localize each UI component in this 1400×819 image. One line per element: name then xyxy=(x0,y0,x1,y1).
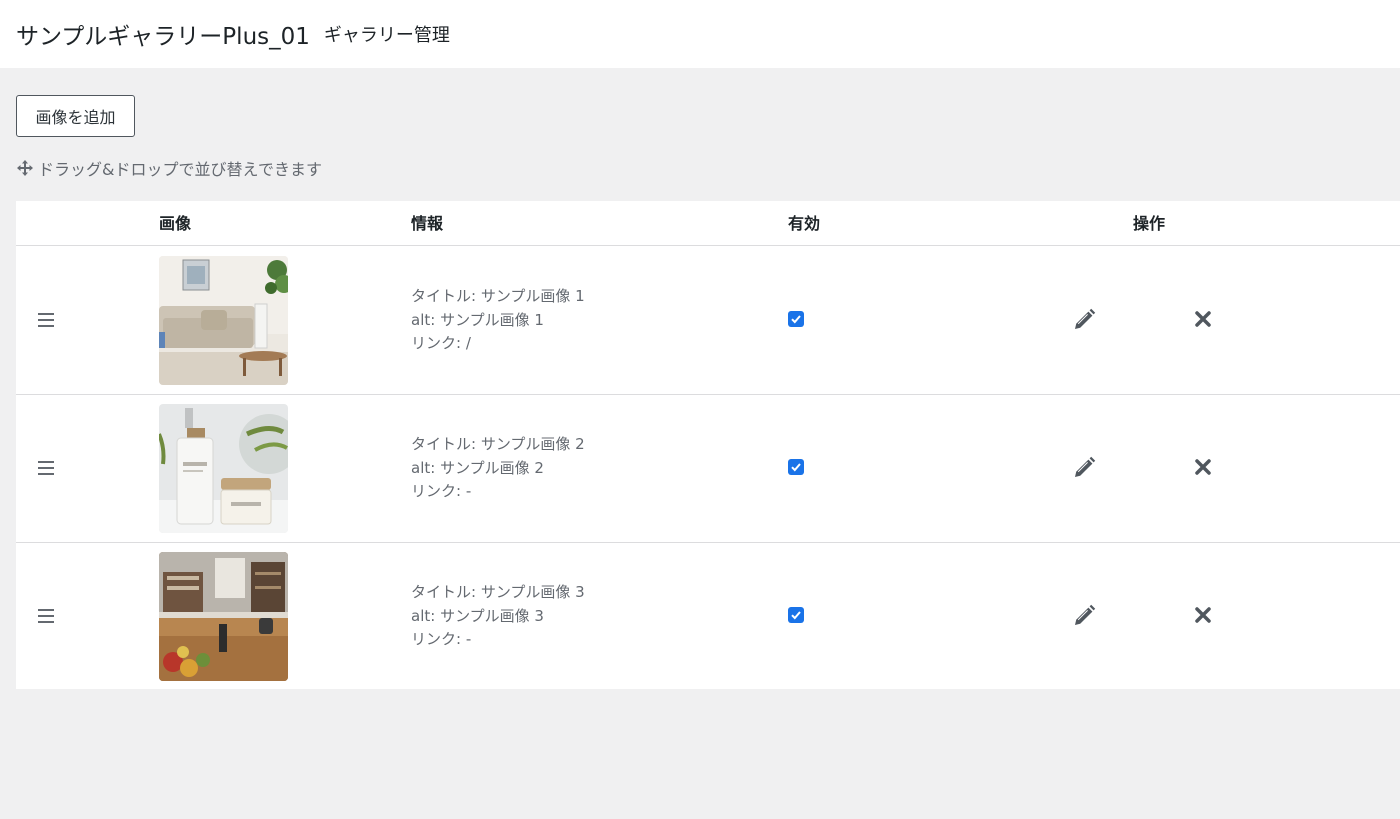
drag-hint: ドラッグ&ドロップで並び替えできます xyxy=(16,157,322,179)
thumbnail-living-room xyxy=(159,256,288,385)
enabled-checkbox[interactable] xyxy=(788,459,804,475)
move-arrows-icon xyxy=(17,160,33,176)
row-info: タイトル: サンプル画像 1 alt: サンプル画像 1 リンク: / xyxy=(411,285,585,356)
row-alt: alt: サンプル画像 3 xyxy=(411,606,544,625)
add-image-button[interactable]: 画像を追加 xyxy=(16,95,135,137)
thumbnail-cosmetics xyxy=(159,404,288,533)
table-row: タイトル: サンプル画像 1 alt: サンプル画像 1 リンク: / xyxy=(16,247,1400,395)
close-icon xyxy=(1195,459,1211,475)
pencil-icon xyxy=(1075,456,1096,477)
table-row: タイトル: サンプル画像 2 alt: サンプル画像 2 リンク: - xyxy=(16,395,1400,543)
edit-button[interactable] xyxy=(1071,603,1097,629)
table-header: 画像 情報 有効 操作 xyxy=(16,201,1400,246)
gallery-table: 画像 情報 有効 操作 タイトル: サンプル画像 1 alt: サンプル画像 1… xyxy=(16,201,1400,689)
enabled-checkbox[interactable] xyxy=(788,311,804,327)
row-alt: alt: サンプル画像 1 xyxy=(411,310,544,329)
pencil-icon xyxy=(1075,604,1096,625)
drag-handle-icon[interactable] xyxy=(38,461,54,475)
delete-button[interactable] xyxy=(1192,308,1214,330)
drag-handle-icon[interactable] xyxy=(38,609,54,623)
check-icon xyxy=(791,463,801,472)
thumbnail-kitchen xyxy=(159,552,288,681)
header-actions: 操作 xyxy=(1133,214,1166,233)
header-enabled: 有効 xyxy=(788,214,821,233)
row-link: リンク: / xyxy=(411,334,471,352)
row-info: タイトル: サンプル画像 3 alt: サンプル画像 3 リンク: - xyxy=(411,581,585,652)
header-image: 画像 xyxy=(159,214,192,233)
header-info: 情報 xyxy=(411,214,444,233)
row-info: タイトル: サンプル画像 2 alt: サンプル画像 2 リンク: - xyxy=(411,433,585,504)
delete-button[interactable] xyxy=(1192,604,1214,626)
drag-handle-icon[interactable] xyxy=(38,313,54,327)
plugin-title: サンプルギャラリーPlus_01 xyxy=(16,24,310,50)
row-title: タイトル: サンプル画像 2 xyxy=(411,435,585,453)
delete-button[interactable] xyxy=(1192,456,1214,478)
drag-hint-text: ドラッグ&ドロップで並び替えできます xyxy=(38,160,322,179)
row-title: タイトル: サンプル画像 1 xyxy=(411,287,585,305)
row-alt: alt: サンプル画像 2 xyxy=(411,458,544,477)
close-icon xyxy=(1195,311,1211,327)
enabled-checkbox[interactable] xyxy=(788,607,804,623)
row-link: リンク: - xyxy=(411,482,472,500)
row-title: タイトル: サンプル画像 3 xyxy=(411,583,585,601)
close-icon xyxy=(1195,607,1211,623)
check-icon xyxy=(791,315,801,324)
top-bar: サンプルギャラリーPlus_01 ギャラリー管理 xyxy=(0,0,1400,68)
check-icon xyxy=(791,611,801,620)
pencil-icon xyxy=(1075,308,1096,329)
edit-button[interactable] xyxy=(1071,307,1097,333)
edit-button[interactable] xyxy=(1071,455,1097,481)
row-link: リンク: - xyxy=(411,630,472,648)
page-title: ギャラリー管理 xyxy=(323,25,450,46)
table-row: タイトル: サンプル画像 3 alt: サンプル画像 3 リンク: - xyxy=(16,543,1400,691)
